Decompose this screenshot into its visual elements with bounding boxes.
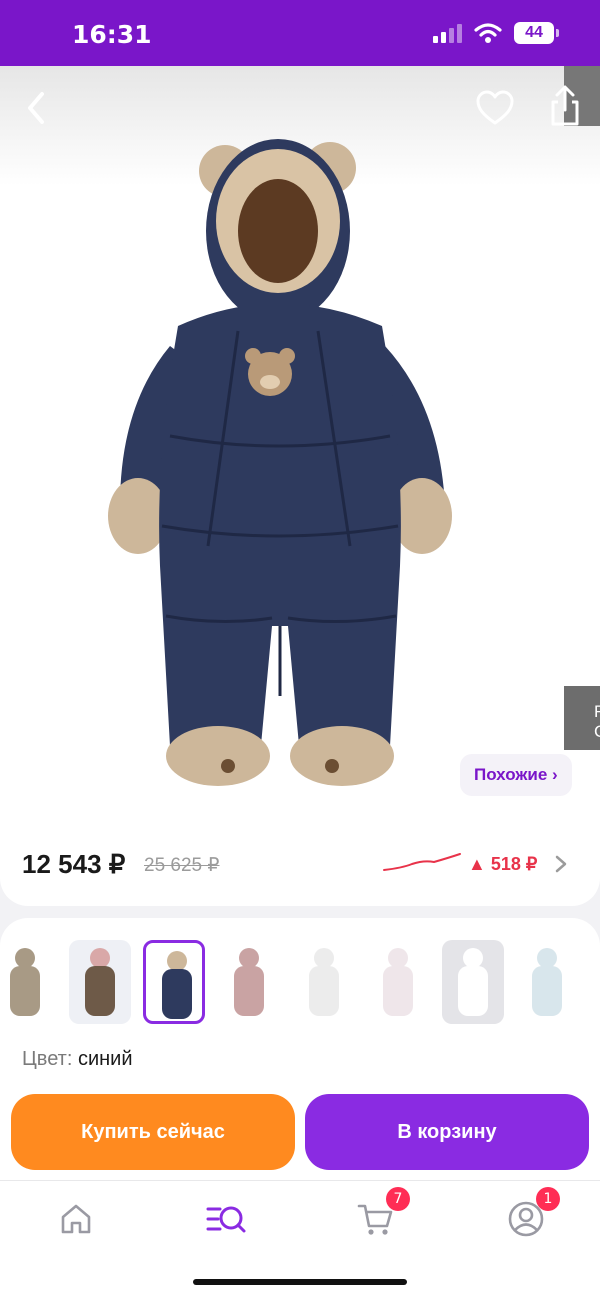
variant-image: [458, 948, 488, 1016]
share-icon[interactable]: [544, 84, 586, 128]
color-label: Цвет:: [22, 1048, 73, 1070]
cart-badge: 7: [386, 1187, 410, 1211]
product-gallery[interactable]: F C Похожие › 12 543 ₽ 25 625 ₽ ▲ 518 ₽: [0, 66, 600, 906]
variant-image: [383, 948, 413, 1016]
profile-badge: 1: [536, 1187, 560, 1211]
product-image: [108, 139, 452, 786]
back-arrow-icon[interactable]: [18, 88, 58, 128]
price-trend-icon[interactable]: [382, 850, 462, 874]
variant-thumbnail[interactable]: [293, 940, 355, 1024]
variants-card: Цвет: синий Купить сейчас В корзину: [0, 918, 600, 1188]
variant-image: [309, 948, 339, 1016]
variant-thumbnail[interactable]: [0, 940, 56, 1024]
home-icon[interactable]: [56, 1199, 96, 1239]
heart-icon[interactable]: [474, 88, 516, 128]
variant-image: [234, 948, 264, 1016]
variant-image: [10, 948, 40, 1016]
buy-now-button[interactable]: Купить сейчас: [11, 1094, 295, 1170]
variant-image: [532, 948, 562, 1016]
add-to-cart-button[interactable]: В корзину: [305, 1094, 589, 1170]
variant-thumbnail[interactable]: [442, 940, 504, 1024]
cart-tab[interactable]: 7: [356, 1187, 410, 1239]
variant-thumbnail-selected[interactable]: [143, 940, 205, 1024]
variant-image: [85, 948, 115, 1016]
old-price: 25 625 ₽: [144, 855, 220, 876]
chevron-right-icon[interactable]: [554, 854, 568, 874]
status-bar: 16:31 44: [0, 0, 600, 66]
color-row: Цвет: синий: [22, 1048, 133, 1071]
side-tab-2[interactable]: F C: [564, 686, 600, 750]
color-variants: [0, 940, 600, 1024]
cellular-signal-icon: [433, 23, 462, 43]
battery-icon: 44: [514, 22, 559, 44]
catalog-search-icon[interactable]: [204, 1199, 248, 1239]
profile-tab[interactable]: 1: [506, 1187, 560, 1239]
color-value: синий: [77, 1048, 133, 1070]
similar-button[interactable]: Похожие ›: [460, 754, 572, 796]
current-price: 12 543 ₽: [22, 849, 126, 879]
variant-image: [162, 951, 192, 1019]
wifi-icon: [474, 23, 502, 43]
variant-thumbnail[interactable]: [69, 940, 131, 1024]
status-time: 16:31: [72, 20, 152, 49]
variant-thumbnail[interactable]: [516, 940, 578, 1024]
variant-thumbnail[interactable]: [367, 940, 429, 1024]
status-icons: 44: [433, 22, 559, 44]
variant-thumbnail[interactable]: [218, 940, 280, 1024]
home-indicator[interactable]: [193, 1279, 407, 1285]
price-row: 12 543 ₽ 25 625 ₽ ▲ 518 ₽: [22, 846, 582, 886]
price-change[interactable]: ▲ 518 ₽: [468, 854, 537, 875]
